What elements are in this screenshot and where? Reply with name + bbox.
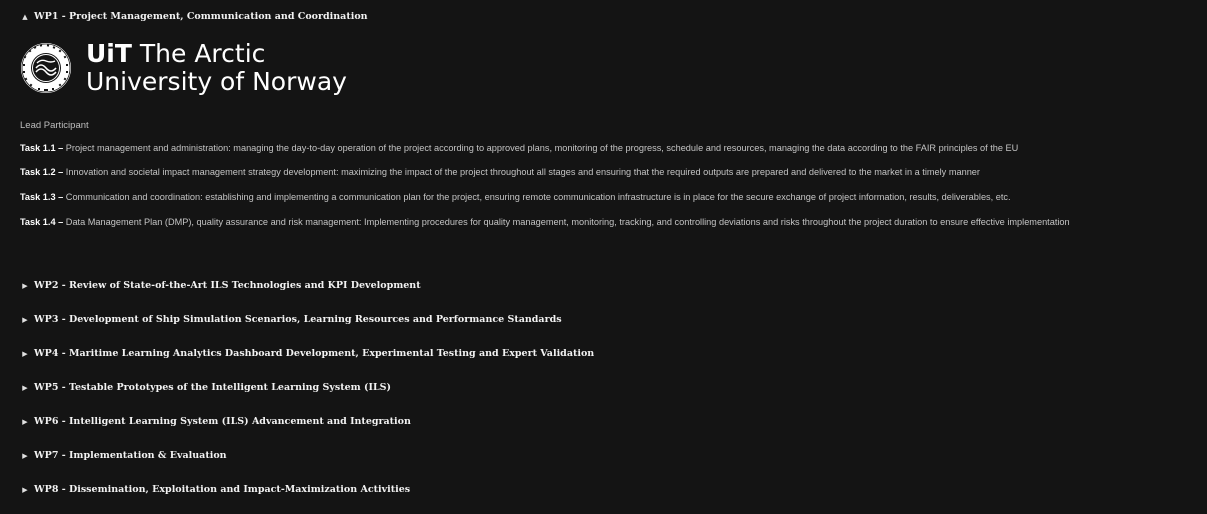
- task-text: Communication and coordination: establis…: [63, 192, 1011, 202]
- wp-title: WP4 - Maritime Learning Analytics Dashbo…: [34, 348, 595, 359]
- wp-title: WP5 - Testable Prototypes of the Intelli…: [34, 382, 391, 393]
- caret-right-icon: ▶: [22, 485, 28, 494]
- task-text: Project management and administration: m…: [63, 143, 1019, 153]
- wp-title: WP7 - Implementation & Evaluation: [34, 450, 227, 461]
- task-item: Task 1.4 – Data Management Plan (DMP), q…: [20, 214, 1190, 231]
- task-id: Task 1.1 –: [20, 143, 64, 153]
- wp-title: WP3 - Development of Ship Simulation Sce…: [34, 314, 562, 325]
- task-id: Task 1.2 –: [20, 167, 64, 177]
- wp-title: WP2 - Review of State-of-the-Art ILS Tec…: [34, 280, 421, 291]
- lead-participant-label: Lead Participant: [20, 120, 89, 131]
- wp4-accordion-header[interactable]: ▶ WP4 - Maritime Learning Analytics Dash…: [20, 344, 594, 378]
- caret-right-icon: ▶: [22, 417, 28, 426]
- task-item: Task 1.1 – Project management and admini…: [20, 140, 1190, 157]
- wp-title: WP8 - Dissemination, Exploitation and Im…: [34, 484, 411, 495]
- wp-title: WP6 - Intelligent Learning System (ILS) …: [34, 416, 411, 427]
- caret-right-icon: ▶: [22, 383, 28, 392]
- task-item: Task 1.2 – Innovation and societal impac…: [20, 164, 1190, 181]
- wp5-accordion-header[interactable]: ▶ WP5 - Testable Prototypes of the Intel…: [20, 378, 594, 412]
- wp1-title: WP1 - Project Management, Communication …: [34, 11, 368, 22]
- wp3-accordion-header[interactable]: ▶ WP3 - Development of Ship Simulation S…: [20, 310, 594, 344]
- task-text: Data Management Plan (DMP), quality assu…: [63, 217, 1070, 227]
- caret-right-icon: ▶: [22, 315, 28, 324]
- uit-logo: UiT The Arctic University of Norway: [20, 40, 347, 96]
- wp1-accordion-header[interactable]: ▲ WP1 - Project Management, Communicatio…: [20, 11, 368, 22]
- wp7-accordion-header[interactable]: ▶ WP7 - Implementation & Evaluation: [20, 446, 594, 480]
- brand-rest: The Arctic: [131, 39, 266, 68]
- brand-bold: UiT: [86, 39, 132, 68]
- wp6-accordion-header[interactable]: ▶ WP6 - Intelligent Learning System (ILS…: [20, 412, 594, 446]
- caret-right-icon: ▶: [22, 451, 28, 460]
- caret-right-icon: ▶: [22, 281, 28, 290]
- brand-line2: University of Norway: [86, 67, 347, 96]
- wp2-accordion-header[interactable]: ▶ WP2 - Review of State-of-the-Art ILS T…: [20, 276, 594, 310]
- task-id: Task 1.3 –: [20, 192, 64, 202]
- wp8-accordion-header[interactable]: ▶ WP8 - Dissemination, Exploitation and …: [20, 480, 594, 514]
- caret-right-icon: ▶: [22, 349, 28, 358]
- task-text: Innovation and societal impact managemen…: [63, 167, 980, 177]
- task-id: Task 1.4 –: [20, 217, 64, 227]
- task-item: Task 1.3 – Communication and coordinatio…: [20, 189, 1190, 206]
- work-package-list: ▶ WP2 - Review of State-of-the-Art ILS T…: [20, 276, 594, 514]
- uit-wordmark: UiT The Arctic University of Norway: [86, 40, 347, 96]
- uit-seal-icon: [21, 43, 71, 93]
- caret-up-icon: ▲: [22, 12, 28, 21]
